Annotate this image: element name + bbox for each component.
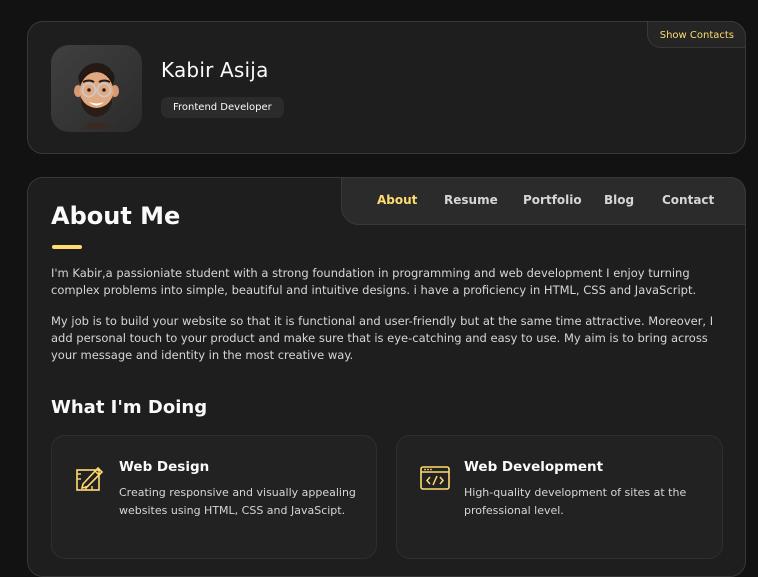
nav-link-about[interactable]: About — [377, 193, 417, 207]
main-content: About Resume Portfolio Blog Contact Abou… — [27, 177, 746, 577]
show-contacts-button[interactable]: Show Contacts — [646, 21, 746, 48]
title-underline — [52, 245, 82, 249]
page-title: About Me — [51, 202, 181, 230]
navbar: About Resume Portfolio Blog Contact — [341, 177, 746, 225]
about-paragraph-1: I'm Kabir,a passioniate student with a s… — [51, 266, 697, 297]
nav-link-blog[interactable]: Blog — [604, 193, 634, 207]
about-paragraph-2: My job is to build your website so that … — [51, 314, 714, 362]
role-badge: Frontend Developer — [161, 97, 284, 118]
memoji-avatar-icon — [74, 63, 119, 129]
service-text: High-quality development of sites at the… — [464, 486, 687, 517]
nav-link-portfolio[interactable]: Portfolio — [523, 193, 582, 207]
service-card-web-development: Web Development High-quality development… — [396, 435, 723, 559]
nav-link-contact[interactable]: Contact — [662, 193, 714, 207]
avatar — [51, 45, 142, 132]
profile-card: Kabir Asija Frontend Developer Show Cont… — [27, 21, 746, 154]
service-title: Web Design — [119, 459, 210, 475]
nav-link-resume[interactable]: Resume — [444, 193, 498, 207]
section-title-doing: What I'm Doing — [51, 397, 208, 418]
service-title: Web Development — [464, 459, 604, 475]
design-icon — [76, 466, 104, 491]
service-text: Creating responsive and visually appeali… — [119, 486, 356, 517]
profile-name: Kabir Asija — [161, 58, 269, 82]
service-card-web-design: Web Design Creating responsive and visua… — [51, 435, 377, 559]
code-icon — [420, 466, 450, 490]
